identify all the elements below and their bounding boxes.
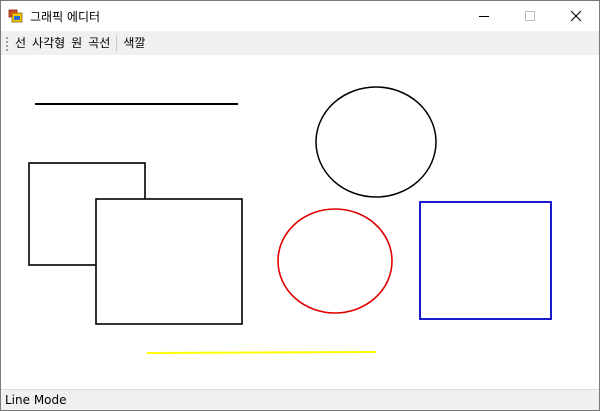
window-title: 그래픽 에디터 xyxy=(30,9,101,24)
close-icon xyxy=(570,10,582,22)
toolbar-separator xyxy=(116,35,118,51)
status-mode-text: Line Mode xyxy=(5,393,67,407)
toolstrip-grip-icon[interactable] xyxy=(4,34,10,52)
close-button[interactable] xyxy=(553,1,599,31)
title-bar[interactable]: 그래픽 에디터 xyxy=(1,1,599,31)
app-window: 그래픽 에디터 선 사각형 원 곡선 색깔 Line Mode xyxy=(0,0,600,411)
tool-color-button[interactable]: 색깔 xyxy=(120,33,148,53)
maximize-icon xyxy=(525,11,535,21)
tool-circle-button[interactable]: 원 xyxy=(68,33,85,53)
tool-line-button[interactable]: 선 xyxy=(12,33,29,53)
window-controls xyxy=(461,1,599,31)
status-bar: Line Mode xyxy=(1,389,599,410)
maximize-button[interactable] xyxy=(507,1,553,31)
canvas-drawing xyxy=(28,86,552,354)
tool-strip: 선 사각형 원 곡선 색깔 xyxy=(1,31,599,55)
shape-blue-rectangle xyxy=(419,201,552,320)
shape-black-rectangle-2 xyxy=(95,198,243,325)
tool-rectangle-button[interactable]: 사각형 xyxy=(29,33,68,53)
shape-red-ellipse xyxy=(277,208,393,314)
shape-yellow-line xyxy=(146,351,377,354)
drawing-canvas[interactable] xyxy=(1,55,599,389)
shape-black-ellipse xyxy=(315,86,437,198)
tool-curve-button[interactable]: 곡선 xyxy=(85,33,113,53)
form-icon xyxy=(8,8,24,24)
minimize-icon xyxy=(479,16,489,17)
minimize-button[interactable] xyxy=(461,1,507,31)
